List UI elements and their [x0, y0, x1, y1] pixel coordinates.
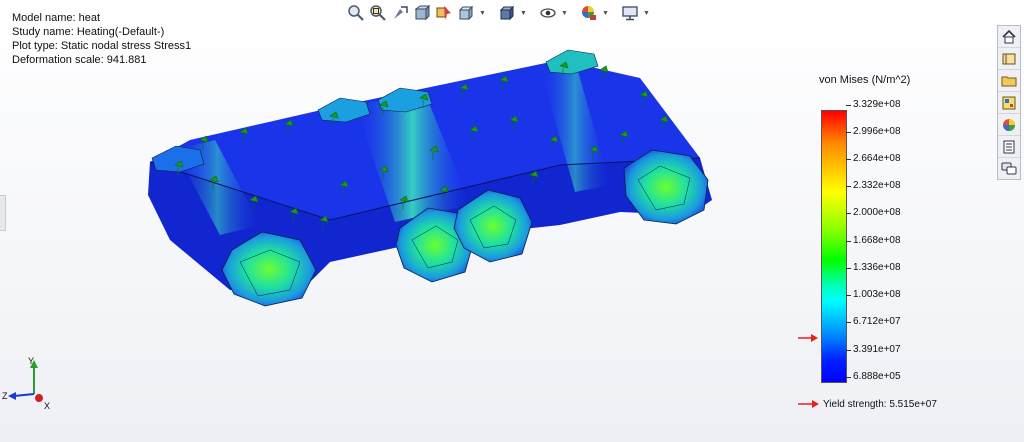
yield-strength-text: Yield strength: 5.515e+07: [823, 398, 937, 410]
legend-label: 1.003e+08: [846, 289, 901, 300]
legend-label: 3.329e+08: [846, 99, 901, 110]
legend-tick-labels: 3.329e+08 2.996e+08 2.664e+08 2.332e+08 …: [846, 99, 943, 389]
legend-title: von Mises (N/m^2): [819, 74, 911, 86]
yield-strength-marker-icon: [798, 334, 818, 342]
legend-label: 2.000e+08: [846, 207, 901, 218]
triad-z-label: Z: [2, 391, 8, 401]
yield-strength-legend: Yield strength: 5.515e+07: [797, 398, 937, 410]
legend-color-bar: [821, 110, 847, 383]
reference-triad: Y Z X: [2, 356, 50, 410]
legend-label: 1.336e+08: [846, 262, 901, 273]
legend-label: 6.888e+05: [846, 371, 901, 382]
legend-label: 2.332e+08: [846, 180, 901, 191]
triad-x-label: X: [44, 401, 50, 410]
legend-label: 2.664e+08: [846, 153, 901, 164]
legend-label: 1.668e+08: [846, 235, 901, 246]
yield-arrow-icon: [798, 400, 819, 408]
triad-y-label: Y: [28, 356, 34, 366]
legend-label: 2.996e+08: [846, 126, 901, 137]
legend-label: 6.712e+07: [846, 316, 901, 327]
legend-label: 3.391e+07: [846, 344, 901, 355]
